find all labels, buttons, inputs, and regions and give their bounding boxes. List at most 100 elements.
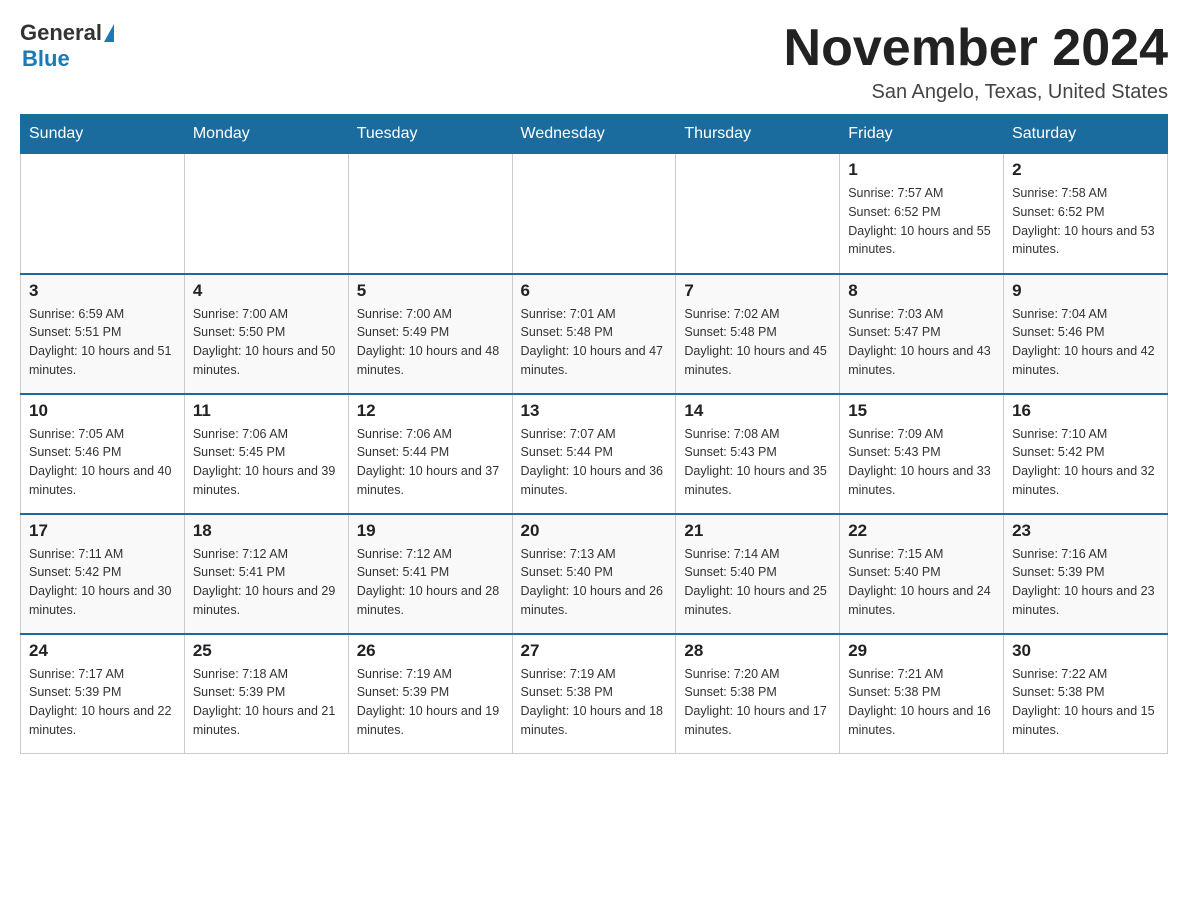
day-info: Sunrise: 7:15 AMSunset: 5:40 PMDaylight:… — [848, 545, 995, 620]
calendar-cell: 15 Sunrise: 7:09 AMSunset: 5:43 PMDayligh… — [840, 394, 1004, 514]
month-title: November 2024 — [784, 20, 1168, 77]
calendar-cell — [348, 154, 512, 274]
day-info: Sunrise: 7:05 AMSunset: 5:46 PMDaylight:… — [29, 425, 176, 500]
calendar-cell: 14Sunrise: 7:08 AMSunset: 5:43 PMDayligh… — [676, 394, 840, 514]
calendar-cell: 6Sunrise: 7:01 AMSunset: 5:48 PMDaylight… — [512, 274, 676, 394]
day-number: 12 — [357, 401, 504, 421]
calendar-cell: 27 Sunrise: 7:19 AMSunset: 5:38 PMDayligh… — [512, 634, 676, 754]
day-info: Sunrise: 7:12 AMSunset: 5:41 PMDaylight:… — [193, 545, 340, 620]
day-info: Sunrise: 7:22 AMSunset: 5:38 PMDaylight:… — [1012, 665, 1159, 740]
day-number: 5 — [357, 281, 504, 301]
day-info: Sunrise: 7:19 AMSunset: 5:38 PMDaylight:… — [521, 665, 668, 740]
calendar-cell: 1Sunrise: 7:57 AMSunset: 6:52 PMDaylight… — [840, 154, 1004, 274]
day-info: Sunrise: 7:17 AMSunset: 5:39 PMDaylight:… — [29, 665, 176, 740]
day-info: Sunrise: 7:06 AMSunset: 5:44 PMDaylight:… — [357, 425, 504, 500]
day-number: 6 — [521, 281, 668, 301]
logo-area: General Blue — [20, 20, 116, 72]
day-info: Sunrise: 7:07 AMSunset: 5:44 PMDaylight:… — [521, 425, 668, 500]
calendar-cell: 21Sunrise: 7:14 AMSunset: 5:40 PMDayligh… — [676, 514, 840, 634]
page-header: General Blue November 2024 San Angelo, T… — [20, 20, 1168, 104]
calendar-cell: 29Sunrise: 7:21 AMSunset: 5:38 PMDayligh… — [840, 634, 1004, 754]
day-info: Sunrise: 7:16 AMSunset: 5:39 PMDaylight:… — [1012, 545, 1159, 620]
day-info: Sunrise: 7:19 AMSunset: 5:39 PMDaylight:… — [357, 665, 504, 740]
calendar-week-4: 17 Sunrise: 7:11 AMSunset: 5:42 PMDayligh… — [21, 514, 1168, 634]
calendar-cell: 18 Sunrise: 7:12 AMSunset: 5:41 PMDayligh… — [184, 514, 348, 634]
calendar-cell: 7Sunrise: 7:02 AMSunset: 5:48 PMDaylight… — [676, 274, 840, 394]
day-info: Sunrise: 7:13 AMSunset: 5:40 PMDaylight:… — [521, 545, 668, 620]
header-saturday: Saturday — [1004, 115, 1168, 154]
day-number: 23 — [1012, 521, 1159, 541]
day-info: Sunrise: 7:00 AMSunset: 5:50 PMDaylight:… — [193, 305, 340, 380]
day-info: Sunrise: 7:20 AMSunset: 5:38 PMDaylight:… — [684, 665, 831, 740]
day-info: Sunrise: 7:03 AMSunset: 5:47 PMDaylight:… — [848, 305, 995, 380]
logo-general-text: General — [20, 20, 102, 46]
header-friday: Friday — [840, 115, 1004, 154]
calendar-week-2: 3Sunrise: 6:59 AMSunset: 5:51 PMDaylight… — [21, 274, 1168, 394]
header-row: Sunday Monday Tuesday Wednesday Thursday… — [21, 115, 1168, 154]
calendar-cell: 8Sunrise: 7:03 AMSunset: 5:47 PMDaylight… — [840, 274, 1004, 394]
day-info: Sunrise: 7:09 AMSunset: 5:43 PMDaylight:… — [848, 425, 995, 500]
location-title: San Angelo, Texas, United States — [784, 81, 1168, 104]
calendar-cell: 30 Sunrise: 7:22 AMSunset: 5:38 PMDayligh… — [1004, 634, 1168, 754]
logo-blue-text: Blue — [22, 46, 70, 71]
calendar-cell: 26 Sunrise: 7:19 AMSunset: 5:39 PMDayligh… — [348, 634, 512, 754]
calendar-cell: 24 Sunrise: 7:17 AMSunset: 5:39 PMDayligh… — [21, 634, 185, 754]
calendar-cell: 23 Sunrise: 7:16 AMSunset: 5:39 PMDayligh… — [1004, 514, 1168, 634]
calendar-week-3: 10 Sunrise: 7:05 AMSunset: 5:46 PMDayligh… — [21, 394, 1168, 514]
day-number: 1 — [848, 160, 995, 180]
calendar-cell: 25Sunrise: 7:18 AMSunset: 5:39 PMDayligh… — [184, 634, 348, 754]
day-number: 10 — [29, 401, 176, 421]
calendar-cell: 11 Sunrise: 7:06 AMSunset: 5:45 PMDayligh… — [184, 394, 348, 514]
calendar-cell: 17 Sunrise: 7:11 AMSunset: 5:42 PMDayligh… — [21, 514, 185, 634]
day-info: Sunrise: 7:10 AMSunset: 5:42 PMDaylight:… — [1012, 425, 1159, 500]
day-number: 27 — [521, 641, 668, 661]
day-number: 16 — [1012, 401, 1159, 421]
calendar-cell: 22 Sunrise: 7:15 AMSunset: 5:40 PMDayligh… — [840, 514, 1004, 634]
header-monday: Monday — [184, 115, 348, 154]
title-area: November 2024 San Angelo, Texas, United … — [784, 20, 1168, 104]
day-info: Sunrise: 7:08 AMSunset: 5:43 PMDaylight:… — [684, 425, 831, 500]
calendar-cell: 5Sunrise: 7:00 AMSunset: 5:49 PMDaylight… — [348, 274, 512, 394]
day-number: 2 — [1012, 160, 1159, 180]
logo: General — [20, 20, 116, 46]
day-number: 25 — [193, 641, 340, 661]
day-number: 15 — [848, 401, 995, 421]
calendar-cell: 13 Sunrise: 7:07 AMSunset: 5:44 PMDayligh… — [512, 394, 676, 514]
calendar-cell: 2 Sunrise: 7:58 AMSunset: 6:52 PMDaylight… — [1004, 154, 1168, 274]
calendar-cell — [512, 154, 676, 274]
day-number: 13 — [521, 401, 668, 421]
calendar-cell — [21, 154, 185, 274]
calendar-table: Sunday Monday Tuesday Wednesday Thursday… — [20, 114, 1168, 754]
header-sunday: Sunday — [21, 115, 185, 154]
day-number: 17 — [29, 521, 176, 541]
day-info: Sunrise: 7:21 AMSunset: 5:38 PMDaylight:… — [848, 665, 995, 740]
calendar-cell: 4 Sunrise: 7:00 AMSunset: 5:50 PMDaylight… — [184, 274, 348, 394]
calendar-cell: 16 Sunrise: 7:10 AMSunset: 5:42 PMDayligh… — [1004, 394, 1168, 514]
calendar-cell: 12 Sunrise: 7:06 AMSunset: 5:44 PMDayligh… — [348, 394, 512, 514]
day-number: 22 — [848, 521, 995, 541]
day-info: Sunrise: 7:02 AMSunset: 5:48 PMDaylight:… — [684, 305, 831, 380]
calendar-cell: 3Sunrise: 6:59 AMSunset: 5:51 PMDaylight… — [21, 274, 185, 394]
day-number: 26 — [357, 641, 504, 661]
day-number: 20 — [521, 521, 668, 541]
day-info: Sunrise: 7:58 AMSunset: 6:52 PMDaylight:… — [1012, 184, 1159, 259]
day-info: Sunrise: 7:04 AMSunset: 5:46 PMDaylight:… — [1012, 305, 1159, 380]
day-number: 19 — [357, 521, 504, 541]
day-number: 3 — [29, 281, 176, 301]
calendar-cell — [184, 154, 348, 274]
header-wednesday: Wednesday — [512, 115, 676, 154]
calendar-cell: 19Sunrise: 7:12 AMSunset: 5:41 PMDayligh… — [348, 514, 512, 634]
day-info: Sunrise: 7:14 AMSunset: 5:40 PMDaylight:… — [684, 545, 831, 620]
day-number: 18 — [193, 521, 340, 541]
day-number: 11 — [193, 401, 340, 421]
day-number: 4 — [193, 281, 340, 301]
calendar-week-5: 24 Sunrise: 7:17 AMSunset: 5:39 PMDayligh… — [21, 634, 1168, 754]
day-info: Sunrise: 7:11 AMSunset: 5:42 PMDaylight:… — [29, 545, 176, 620]
calendar-cell: 9 Sunrise: 7:04 AMSunset: 5:46 PMDaylight… — [1004, 274, 1168, 394]
header-thursday: Thursday — [676, 115, 840, 154]
day-number: 9 — [1012, 281, 1159, 301]
day-number: 24 — [29, 641, 176, 661]
calendar-cell: 10 Sunrise: 7:05 AMSunset: 5:46 PMDayligh… — [21, 394, 185, 514]
day-info: Sunrise: 7:06 AMSunset: 5:45 PMDaylight:… — [193, 425, 340, 500]
day-number: 30 — [1012, 641, 1159, 661]
